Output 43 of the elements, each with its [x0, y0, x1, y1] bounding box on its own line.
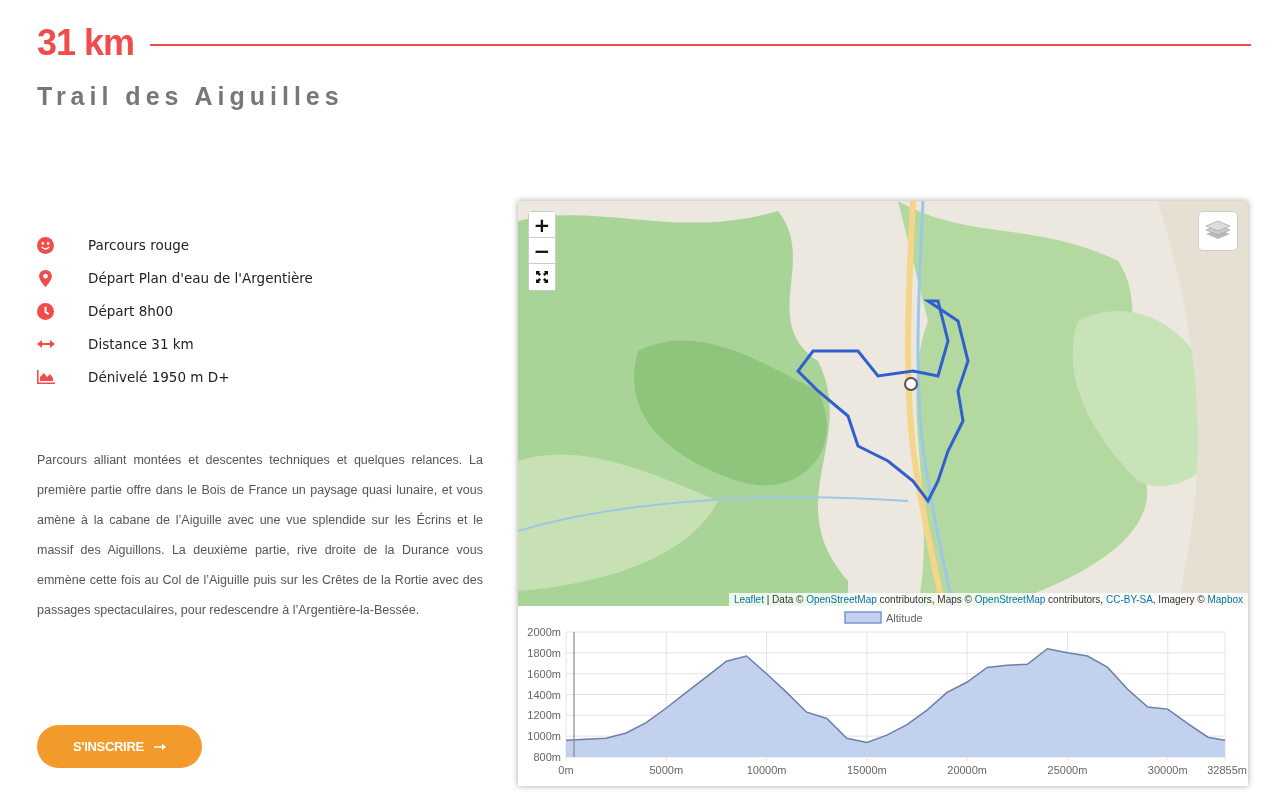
- attribution-link[interactable]: OpenStreetMap: [806, 594, 877, 605]
- layers-icon: [1206, 220, 1230, 242]
- attribution-text: | Data ©: [765, 594, 805, 605]
- attribution-text: , Imagery ©: [1152, 594, 1206, 605]
- attribution-link[interactable]: Leaflet: [733, 594, 764, 605]
- x-tick-label: 5000m: [649, 764, 684, 776]
- location-pin-icon: [39, 269, 52, 287]
- zoom-in-button[interactable]: +: [529, 212, 555, 238]
- chart-legend: Altitude: [844, 611, 923, 624]
- y-tick-label: 1600m: [527, 667, 561, 680]
- y-tick-label: 800m: [533, 751, 561, 763]
- x-tick-label: 20000m: [947, 764, 988, 776]
- fact-label: Distance 31 km: [88, 336, 194, 352]
- y-tick-label: 1000m: [527, 730, 561, 743]
- description-paragraph: Parcours alliant montées et descentes techniques et quelques relances. La première partie offre dans le Bois de France un paysage quasi lunaire, et vous amène à la cabane de l’Aiguille avec une vue splendide sur les Écrins et le massif des Aiguillons. La deuxième partie, rive droite de la Durance vous emmène cette fois au Col de l’Aiguille puis sur les Crêtes de la Rortie avec des passages spectaculaires, pour redescendre à l’Argentière-la-Bessée.: [37, 452, 483, 619]
- y-tick-label: 2000m: [527, 626, 561, 638]
- x-tick-label: 10000m: [746, 764, 787, 776]
- y-tick-label: 1400m: [527, 688, 561, 701]
- fullscreen-icon: [536, 271, 548, 283]
- fact-label: Dénivelé 1950 m D+: [88, 369, 230, 385]
- distance-heading: 31 km: [37, 22, 135, 64]
- y-tick-label: 1200m: [527, 709, 561, 722]
- x-tick-label: 0m: [558, 764, 574, 776]
- attribution-link[interactable]: OpenStreetMap: [974, 594, 1046, 605]
- clock-icon: [37, 302, 54, 320]
- fact-label: Départ Plan d'eau de l'Argentière: [88, 270, 313, 286]
- fact-label: Départ 8h00: [88, 303, 173, 319]
- double-arrow-icon: [37, 340, 55, 348]
- area-chart-icon: [37, 370, 55, 384]
- smiley-icon: [37, 236, 54, 254]
- attribution-link[interactable]: CC-BY-SA: [1105, 594, 1153, 605]
- arrow-right-icon: [153, 742, 166, 751]
- y-tick-label: 1800m: [527, 646, 561, 659]
- attribution-text: contributors,: [1047, 594, 1105, 605]
- fact-label: Parcours rouge: [88, 237, 190, 253]
- attribution-text: contributors, Maps ©: [878, 594, 973, 605]
- x-tick-label: 15000m: [847, 764, 887, 776]
- attribution-link[interactable]: Mapbox: [1207, 594, 1243, 605]
- x-tick-label: 30000m: [1147, 764, 1188, 776]
- race-title: Trail des Aiguilles: [37, 82, 345, 111]
- legend-label: Altitude: [886, 612, 923, 624]
- x-tick-label: 25000m: [1047, 764, 1088, 776]
- x-tick-label: 32855m: [1207, 764, 1247, 776]
